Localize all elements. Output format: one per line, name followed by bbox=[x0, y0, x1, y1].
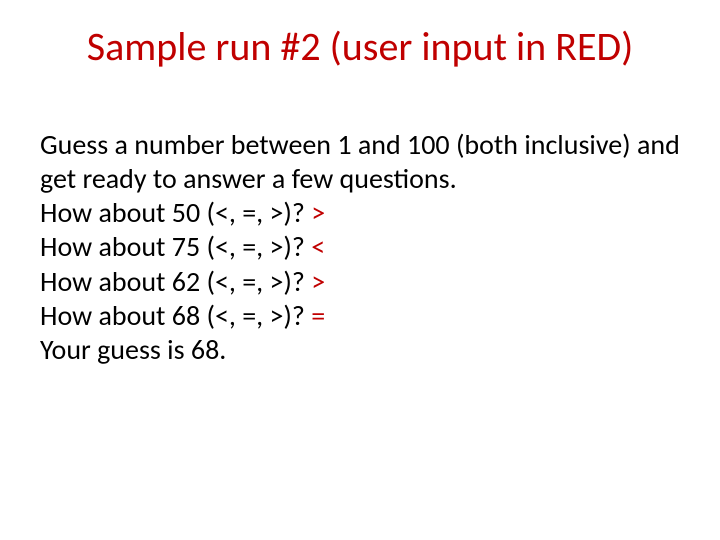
user-input: = bbox=[311, 298, 325, 333]
slide-body: Guess a number between 1 and 100 (both i… bbox=[40, 128, 680, 367]
user-input: > bbox=[311, 264, 325, 299]
prompt-line: How about 62 (<, =, >)? > bbox=[40, 265, 680, 299]
prompt-line: How about 68 (<, =, >)? = bbox=[40, 299, 680, 333]
prompt-question: How about 62 (<, =, >)? bbox=[40, 264, 311, 299]
prompt-question: How about 68 (<, =, >)? bbox=[40, 298, 311, 333]
slide: Sample run #2 (user input in RED) Guess … bbox=[0, 0, 720, 540]
intro-text: Guess a number between 1 and 100 (both i… bbox=[40, 128, 680, 196]
user-input: < bbox=[311, 229, 325, 264]
slide-title: Sample run #2 (user input in RED) bbox=[0, 22, 720, 71]
user-input: > bbox=[311, 195, 325, 230]
prompt-line: How about 75 (<, =, >)? < bbox=[40, 230, 680, 264]
prompt-question: How about 50 (<, =, >)? bbox=[40, 195, 311, 230]
result-text: Your guess is 68. bbox=[40, 333, 680, 367]
prompt-question: How about 75 (<, =, >)? bbox=[40, 229, 311, 264]
prompt-line: How about 50 (<, =, >)? > bbox=[40, 196, 680, 230]
